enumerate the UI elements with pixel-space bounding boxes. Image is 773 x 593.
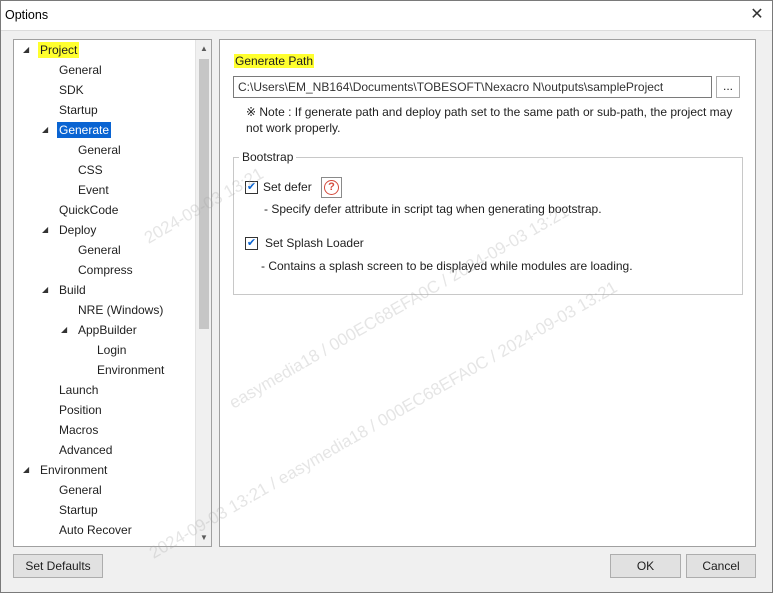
tree-item[interactable]: ◢ Deploy <box>14 221 194 239</box>
expand-arrow-icon[interactable]: ◢ <box>23 465 32 474</box>
tree-item-label: NRE (Windows) <box>78 303 164 317</box>
tree-item-label: QuickCode <box>59 203 119 217</box>
browse-button[interactable]: ... <box>716 76 740 98</box>
tree-item[interactable]: Launch <box>14 381 194 399</box>
tree-item-label: General <box>59 63 102 77</box>
expand-arrow-icon[interactable]: ◢ <box>61 325 70 334</box>
tree-item-label: Macros <box>59 423 99 437</box>
tree-item-label: Build <box>59 283 86 297</box>
tree-item[interactable]: General <box>14 61 194 79</box>
tree-item[interactable]: SDK <box>14 81 194 99</box>
title-bar: Options ✕ <box>1 1 772 31</box>
options-tree-panel: ◢ Project General SDK Startup ◢ Generate Genera… <box>13 39 212 547</box>
tree-item-label: Auto Recover <box>59 523 132 537</box>
tree-item[interactable]: Macros <box>14 421 194 439</box>
tree-item[interactable]: NRE (Windows) <box>14 301 194 319</box>
tree-item-label: General <box>78 143 121 157</box>
close-icon[interactable]: ✕ <box>748 6 766 24</box>
window-title: Options <box>5 8 49 22</box>
generate-path-note: ※ Note : If generate path and deploy pat… <box>246 105 733 135</box>
tree-item[interactable]: Position <box>14 401 194 419</box>
scroll-up-icon[interactable]: ▲ <box>196 40 211 57</box>
expand-arrow-icon[interactable]: ◢ <box>23 45 32 54</box>
generate-path-title: Generate Path <box>234 54 315 68</box>
expand-arrow-icon[interactable]: ◢ <box>42 225 51 234</box>
set-defaults-button[interactable]: Set Defaults <box>13 554 103 578</box>
tree-item-label: Environment <box>40 463 108 477</box>
splash-loader-checkbox[interactable]: ✔ <box>245 237 258 250</box>
tree-item[interactable]: ◢ Build <box>14 281 194 299</box>
tree-item[interactable]: Event <box>14 181 194 199</box>
tree-item-label: Launch <box>59 383 99 397</box>
options-dialog: Options ✕ ◢ Project General SDK Startup ◢ Gene… <box>0 0 773 593</box>
tree-item[interactable]: Advanced <box>14 441 194 459</box>
help-icon[interactable]: ? <box>321 177 342 198</box>
tree-item[interactable]: ◢ Environment <box>14 461 194 479</box>
tree-item[interactable]: General <box>14 481 194 499</box>
tree-item-label: General <box>59 483 102 497</box>
tree-item-label: Generate <box>57 122 112 138</box>
splash-loader-row: ✔ Set Splash Loader <box>245 234 405 254</box>
tree-item-label: CSS <box>78 163 103 177</box>
tree-item[interactable]: General <box>14 241 194 259</box>
generate-settings-panel: Generate Path ... ※ Note : If generate p… <box>219 39 756 547</box>
options-tree: ◢ Project General SDK Startup ◢ Generate Genera… <box>14 40 196 546</box>
set-defer-description: - Specify defer attribute in script tag … <box>264 202 602 216</box>
ok-button[interactable]: OK <box>610 554 681 578</box>
tree-item-label: Event <box>78 183 109 197</box>
tree-item[interactable]: CSS <box>14 161 194 179</box>
set-defer-checkbox[interactable]: ✔ <box>245 181 258 194</box>
tree-item-label: Compress <box>78 263 133 277</box>
expand-arrow-icon[interactable]: ◢ <box>42 285 51 294</box>
splash-loader-label[interactable]: Set Splash Loader <box>265 236 364 250</box>
tree-item-label: Position <box>59 403 102 417</box>
tree-item-label: Startup <box>59 103 98 117</box>
tree-item-label: SDK <box>59 83 84 97</box>
tree-item-label: Environment <box>97 363 165 377</box>
cancel-button[interactable]: Cancel <box>686 554 756 578</box>
tree-item-label: Advanced <box>59 443 113 457</box>
bootstrap-legend: Bootstrap <box>239 150 297 164</box>
bootstrap-group: Bootstrap ✔ Set defer ? - Specify defer … <box>233 150 743 295</box>
tree-item-label: Login <box>97 343 127 357</box>
scroll-thumb[interactable] <box>199 59 209 329</box>
tree-item[interactable]: Auto Recover <box>14 521 194 539</box>
tree-item[interactable]: QuickCode <box>14 201 194 219</box>
tree-item[interactable]: ◢ AppBuilder <box>14 321 194 339</box>
splash-loader-description: - Contains a splash screen to be display… <box>261 259 633 273</box>
set-defer-label[interactable]: Set defer <box>263 180 312 194</box>
tree-item-label: AppBuilder <box>78 323 137 337</box>
tree-item[interactable]: ◢ Project <box>14 41 194 59</box>
expand-arrow-icon[interactable]: ◢ <box>42 125 51 134</box>
tree-item-label: Startup <box>59 503 98 517</box>
tree-item-label: General <box>78 243 121 257</box>
scroll-down-icon[interactable]: ▼ <box>196 529 211 546</box>
tree-scrollbar[interactable]: ▲ ▼ <box>195 40 211 546</box>
tree-item[interactable]: Login <box>14 341 194 359</box>
tree-item-label: Deploy <box>59 223 97 237</box>
set-defer-row: ✔ Set defer ? <box>245 177 365 198</box>
tree-item-label: Project <box>38 42 80 58</box>
tree-item[interactable]: Compress <box>14 261 194 279</box>
tree-item[interactable]: Environment <box>14 361 194 379</box>
tree-item[interactable]: General <box>14 141 194 159</box>
tree-item[interactable]: Startup <box>14 501 194 519</box>
tree-item[interactable]: ◢ Generate <box>14 121 194 139</box>
tree-item[interactable]: Startup <box>14 101 194 119</box>
generate-path-input[interactable] <box>233 76 712 98</box>
